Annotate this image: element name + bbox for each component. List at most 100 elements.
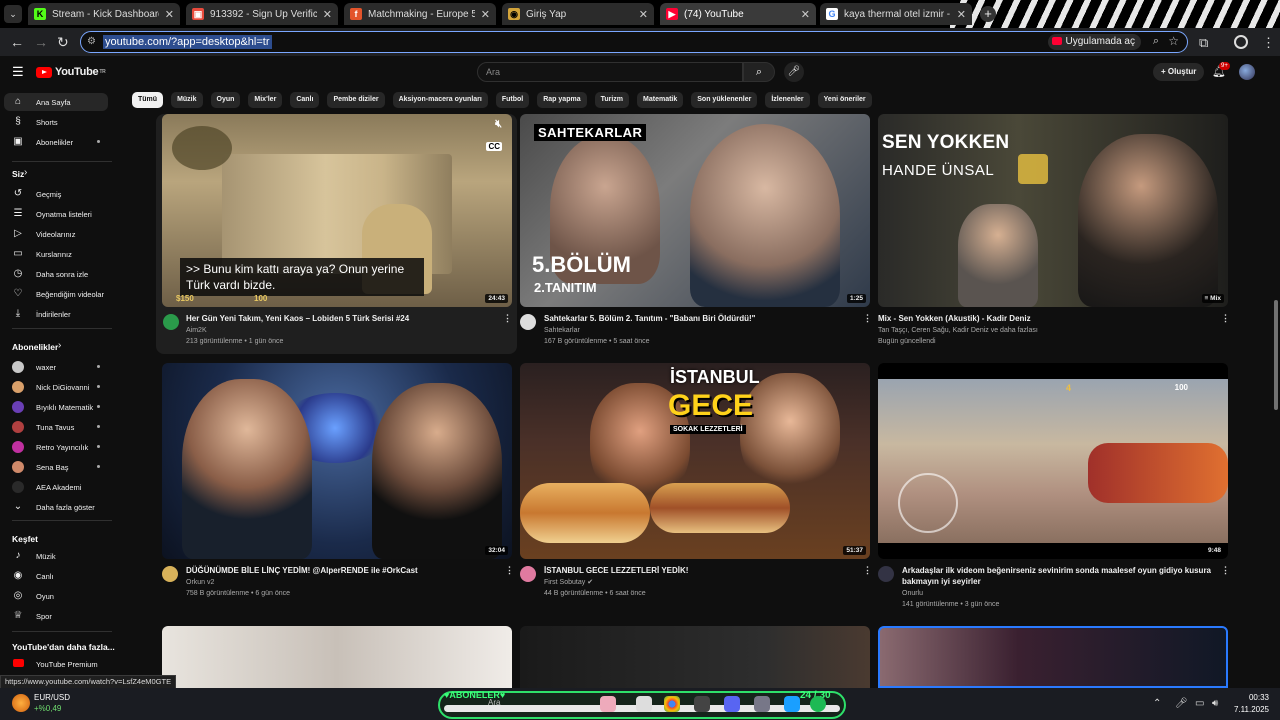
extensions-icon[interactable]: ⧉ [1199, 35, 1208, 51]
search-button[interactable]: ⌕ [743, 62, 775, 82]
scrollbar-thumb[interactable] [1274, 300, 1278, 410]
subscription-item[interactable]: Retro Yayıncılık [4, 438, 108, 456]
tab-youtube[interactable]: ▶ (74) YouTube ✕ [660, 3, 816, 25]
more-actions-icon[interactable]: ⋮ [1221, 565, 1230, 576]
network-icon[interactable]: ▭ [1195, 698, 1204, 709]
video-thumbnail-partial[interactable] [878, 626, 1228, 688]
more-actions-icon[interactable]: ⋮ [863, 313, 872, 324]
video-thumbnail-partial[interactable] [520, 626, 870, 688]
chip-13[interactable]: Yeni öneriler [817, 92, 872, 108]
search-input[interactable]: Ara [477, 62, 743, 82]
chip-2[interactable]: Oyun [210, 92, 241, 108]
chip-5[interactable]: Pembe diziler [327, 92, 385, 108]
video-thumbnail[interactable]: İSTANBUL GECE SOKAK LEZZETLERİ 51:37 [520, 363, 870, 559]
video-thumbnail[interactable]: SEN YOKKEN HANDE ÜNSAL ≡ Mix [878, 114, 1228, 307]
profile-icon[interactable] [1234, 35, 1248, 49]
more-actions-icon[interactable]: ⋮ [505, 565, 514, 576]
channel-name[interactable]: Onurlu [902, 588, 923, 599]
more-actions-icon[interactable]: ⋮ [503, 313, 512, 324]
spotify-icon[interactable] [810, 696, 826, 712]
sidebar-item-you-1[interactable]: ☰ Oynatma listeleri [4, 205, 108, 223]
channel-avatar[interactable] [162, 566, 178, 582]
taskbar-app-icon[interactable] [600, 696, 616, 712]
video-thumbnail[interactable]: 32:04 [162, 363, 512, 559]
video-title[interactable]: DÜĞÜNÜMDE BİLE LİNÇ YEDİM! @AlperRENDE i… [186, 565, 496, 576]
video-thumbnail-partial[interactable] [162, 626, 512, 688]
show-more-button[interactable]: ⌄ Daha fazla göster [4, 498, 108, 516]
sidebar-explore-3[interactable]: ♕ Spor [4, 607, 108, 625]
volume-icon[interactable]: 🔊︎ [1212, 698, 1218, 709]
microphone-tray-icon[interactable]: 🎤︎ [1175, 698, 1188, 709]
video-card-mix[interactable]: SEN YOKKEN HANDE ÜNSAL ≡ Mix Mix - Sen Y… [878, 114, 1230, 354]
more-actions-icon[interactable]: ⋮ [1221, 313, 1230, 324]
chip-0[interactable]: Tümü [132, 92, 164, 108]
sidebar-explore-1[interactable]: ◉ Canlı [4, 567, 108, 585]
channel-name[interactable]: Sahtekarlar [544, 325, 580, 336]
video-title[interactable]: İSTANBUL GECE LEZZETLERİ YEDİK! [544, 565, 854, 576]
chip-9[interactable]: Turizm [594, 92, 630, 108]
chip-4[interactable]: Canlı [290, 92, 320, 108]
guide-menu-icon[interactable]: ☰ [12, 65, 24, 78]
video-card[interactable]: SAHTEKARLAR 5.BÖLÜM 2.TANITIM 1:25 Sahte… [520, 114, 872, 354]
sidebar-item-0[interactable]: ⌂ Ana Sayfa [4, 93, 108, 111]
subscription-item[interactable]: Sena Baş [4, 458, 108, 476]
close-tab-icon[interactable]: ✕ [801, 8, 810, 21]
taskbar-app-icon[interactable] [694, 696, 710, 712]
youtube-premium-item[interactable]: YouTube Premium [4, 655, 108, 673]
chevron-right-icon[interactable]: › [58, 340, 61, 351]
bookmark-star-icon[interactable]: ☆ [1168, 34, 1179, 48]
mute-icon[interactable]: 🔇︎ [495, 118, 502, 131]
sidebar-item-1[interactable]: § Shorts [4, 113, 108, 131]
chip-11[interactable]: Son yüklenenler [691, 92, 758, 108]
new-tab-button[interactable]: + [980, 6, 996, 22]
steam-icon[interactable] [784, 696, 800, 712]
subscription-item[interactable]: AEA Akademi [4, 478, 108, 496]
chrome-icon[interactable] [664, 696, 680, 712]
channel-avatar[interactable] [878, 566, 894, 582]
video-title[interactable]: Sahtekarlar 5. Bölüm 2. Tanıtım - "Baban… [544, 313, 854, 324]
weather-widget-icon[interactable] [12, 694, 30, 712]
video-card[interactable]: 32:04 DÜĞÜNÜMDE BİLE LİNÇ YEDİM! @AlperR… [162, 363, 514, 603]
back-icon[interactable]: ← [10, 34, 24, 50]
sidebar-item-you-3[interactable]: ▭ Kurslarınız [4, 245, 108, 263]
video-title[interactable]: Arkadaşlar ilk videom beğenirseniz sevin… [902, 565, 1212, 587]
close-tab-icon[interactable]: ✕ [165, 8, 174, 21]
channel-name[interactable]: Aim2K [186, 325, 207, 336]
sidebar-section-explore[interactable]: Keşfet [12, 534, 38, 544]
channel-avatar[interactable] [520, 566, 536, 582]
forward-icon[interactable]: → [34, 34, 48, 50]
tab-matchmaking[interactable]: f Matchmaking - Europe 5v5 Qu ✕ [344, 3, 496, 25]
subscription-item[interactable]: Bıyıklı Matematik [4, 398, 108, 416]
close-tab-icon[interactable]: ✕ [323, 8, 332, 21]
chip-6[interactable]: Aksiyon-macera oyunları [392, 92, 488, 108]
close-tab-icon[interactable]: ✕ [639, 8, 648, 21]
clock-time[interactable]: 00:33 [1237, 693, 1269, 702]
subscription-item[interactable]: Tuna Tavus [4, 418, 108, 436]
video-thumbnail[interactable]: 100 4 9:48 [878, 363, 1228, 559]
video-card[interactable]: 100 4 9:48 Arkadaşlar ilk videom beğenir… [878, 363, 1230, 623]
sidebar-section-subscriptions[interactable]: Abonelikler [12, 342, 58, 352]
sidebar-item-you-2[interactable]: ▷ Videolarınız [4, 225, 108, 243]
browser-menu-icon[interactable]: ⋮ [1262, 35, 1275, 51]
sidebar-item-you-0[interactable]: ↺ Geçmiş [4, 185, 108, 203]
voice-search-button[interactable]: 🎤︎ [784, 62, 804, 82]
sidebar-explore-0[interactable]: ♪ Müzik [4, 547, 108, 565]
channel-avatar[interactable] [520, 314, 536, 330]
taskbar-app-icon[interactable] [754, 696, 770, 712]
video-thumbnail[interactable]: 🔇︎ CC >> Bunu kim kattı araya ya? Onun y… [162, 114, 512, 307]
zoom-icon[interactable]: ⌕ [1153, 35, 1159, 48]
subscription-item[interactable]: waxer [4, 358, 108, 376]
address-bar[interactable]: ⚙ youtube.com/?app=desktop&hl=tr Uygulam… [80, 31, 1188, 53]
sidebar-section-more[interactable]: YouTube'dan daha fazla... [12, 642, 115, 652]
chip-1[interactable]: Müzik [171, 92, 203, 108]
video-title[interactable]: Her Gün Yeni Takım, Yeni Kaos – Lobiden … [186, 313, 496, 324]
sidebar-item-2[interactable]: ▣ Abonelikler [4, 133, 108, 151]
site-info-icon[interactable]: ⚙ [87, 36, 99, 48]
channel-name[interactable]: Orkun v2 [186, 577, 214, 588]
url-text[interactable]: youtube.com/?app=desktop&hl=tr [103, 35, 272, 49]
chip-8[interactable]: Rap yapma [537, 92, 587, 108]
tray-overflow-icon[interactable]: ⌃ [1153, 698, 1161, 709]
sidebar-item-you-5[interactable]: ♡ Beğendiğim videolar [4, 285, 108, 303]
account-avatar[interactable] [1239, 64, 1255, 80]
sidebar-item-you-6[interactable]: ⤓ İndirilenler [4, 305, 108, 323]
